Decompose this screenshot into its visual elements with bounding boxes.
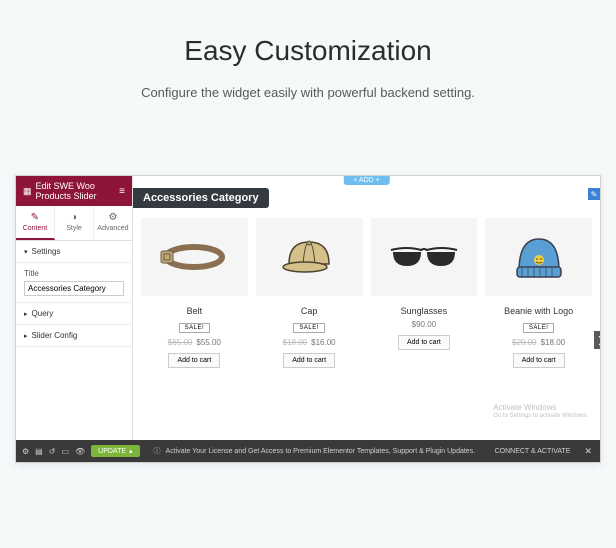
sidebar-header: ▦ Edit SWE Woo Products Slider ≡ <box>16 176 132 206</box>
product-price: $65.00$55.00 <box>141 338 248 347</box>
tab-label: Advanced <box>97 225 128 232</box>
add-to-cart-button[interactable]: Add to cart <box>513 353 565 368</box>
section-label: Slider Config <box>32 331 78 340</box>
menu-icon[interactable]: ≡ <box>119 186 125 197</box>
chevron-down-icon: ▾ <box>24 248 28 256</box>
section-label: Settings <box>32 247 61 256</box>
section-label: Query <box>32 309 54 318</box>
settings-icon[interactable]: ⚙ <box>22 447 29 456</box>
product-name: Cap <box>256 306 363 316</box>
product-image-cap <box>256 218 363 296</box>
history-icon[interactable]: ↺ <box>49 447 56 456</box>
windows-watermark: Activate Windows Go to Settings to activ… <box>493 403 588 420</box>
slider-next-button[interactable]: ❯ <box>594 331 600 349</box>
tab-label: Style <box>66 225 82 232</box>
title-field-label: Title <box>24 269 124 278</box>
tab-advanced[interactable]: ⚙ Advanced <box>94 206 132 240</box>
section-settings[interactable]: ▾ Settings <box>16 241 132 263</box>
title-field-area: Title <box>16 263 132 303</box>
product-image-belt <box>141 218 248 296</box>
pencil-icon: ✎ <box>18 212 52 223</box>
edit-widget-handle[interactable]: ✎ <box>588 188 600 200</box>
add-to-cart-button[interactable]: Add to cart <box>283 353 335 368</box>
product-price: $18.00$16.00 <box>256 338 363 347</box>
editor-window: ▦ Edit SWE Woo Products Slider ≡ ✎ Conte… <box>15 175 601 463</box>
category-title: Accessories Category <box>133 188 269 208</box>
sale-badge: SALE! <box>179 323 211 333</box>
add-to-cart-button[interactable]: Add to cart <box>398 335 450 350</box>
navigator-icon[interactable]: ▤ <box>35 447 43 456</box>
preview-icon[interactable]: 👁 <box>75 447 85 456</box>
chevron-right-icon: ▸ <box>24 310 28 318</box>
tab-content[interactable]: ✎ Content <box>16 206 55 240</box>
sidebar-header-title: Edit SWE Woo Products Slider <box>36 181 116 201</box>
product-name: Sunglasses <box>371 306 478 316</box>
product-name: Belt <box>141 306 248 316</box>
info-icon: ⓘ <box>154 446 161 456</box>
product-card[interactable]: Cap SALE! $18.00$16.00 Add to cart <box>256 218 363 368</box>
license-message: ⓘ Activate Your License and Get Access t… <box>146 446 489 456</box>
page-title: Easy Customization <box>0 35 616 67</box>
editor-sidebar: ▦ Edit SWE Woo Products Slider ≡ ✎ Conte… <box>16 176 133 440</box>
tab-style[interactable]: ◑ Style <box>55 206 94 240</box>
style-icon: ◑ <box>57 212 91 223</box>
chevron-up-icon: ▴ <box>129 447 133 455</box>
product-card[interactable]: Beanie with Logo SALE! $20.00$18.00 Add … <box>485 218 592 368</box>
grid-icon[interactable]: ▦ <box>23 186 32 197</box>
add-section-handle[interactable]: + ADD + <box>343 176 389 185</box>
editor-canvas: + ADD + ✎ Accessories Category Belt SALE… <box>133 176 600 440</box>
responsive-icon[interactable]: ▭ <box>61 447 69 456</box>
chevron-right-icon: ▸ <box>24 332 28 340</box>
product-image-sunglasses <box>371 218 478 296</box>
tab-label: Content <box>23 225 48 232</box>
product-card[interactable]: Belt SALE! $65.00$55.00 Add to cart <box>141 218 248 368</box>
update-button[interactable]: UPDATE▴ <box>91 445 139 457</box>
product-slider: Belt SALE! $65.00$55.00 Add to cart Cap … <box>133 208 600 368</box>
gear-icon: ⚙ <box>96 212 130 223</box>
title-input[interactable] <box>24 281 124 296</box>
connect-activate-button[interactable]: CONNECT & ACTIVATE <box>489 448 577 455</box>
product-image-beanie <box>485 218 592 296</box>
product-price: $90.00 <box>371 320 478 329</box>
product-name: Beanie with Logo <box>485 306 592 316</box>
bottom-bar: ⚙ ▤ ↺ ▭ 👁 UPDATE▴ ⓘ Activate Your Licens… <box>16 440 600 462</box>
sale-badge: SALE! <box>293 323 325 333</box>
section-slider-config[interactable]: ▸ Slider Config <box>16 325 132 347</box>
sidebar-tabs: ✎ Content ◑ Style ⚙ Advanced <box>16 206 132 241</box>
product-card[interactable]: Sunglasses $90.00 Add to cart <box>371 218 478 368</box>
add-to-cart-button[interactable]: Add to cart <box>168 353 220 368</box>
close-icon[interactable]: ✕ <box>576 446 600 457</box>
page-subtitle: Configure the widget easily with powerfu… <box>0 85 616 100</box>
section-query[interactable]: ▸ Query <box>16 303 132 325</box>
product-price: $20.00$18.00 <box>485 338 592 347</box>
sale-badge: SALE! <box>523 323 555 333</box>
